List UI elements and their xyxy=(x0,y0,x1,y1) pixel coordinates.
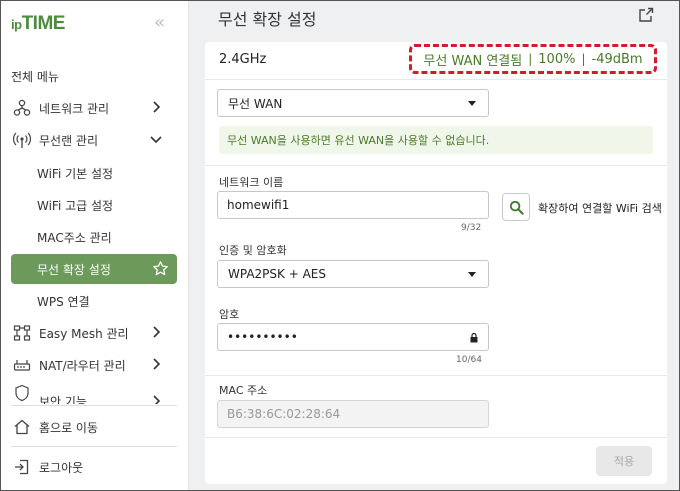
mesh-icon xyxy=(11,322,33,344)
apply-button[interactable]: 적용 xyxy=(596,446,652,476)
password-label: 암호 xyxy=(219,308,240,321)
home-link[interactable]: 홈으로 이동 xyxy=(11,412,177,442)
sidebar-subitem-mac[interactable]: MAC주소 관리 xyxy=(11,222,177,252)
sidebar-item-easymesh[interactable]: Easy Mesh 관리 xyxy=(11,318,177,348)
password-input[interactable]: •••••••••• xyxy=(217,323,489,351)
password-counter: 10/64 xyxy=(456,355,482,365)
status-separator: | xyxy=(581,52,586,66)
divider xyxy=(205,437,667,438)
sidebar-divider xyxy=(11,405,177,406)
dropdown-caret-icon xyxy=(468,272,476,277)
auth-label: 인증 및 암호화 xyxy=(219,244,287,257)
divider xyxy=(205,165,667,166)
network-name-label: 네트워크 이름 xyxy=(219,176,284,189)
logout-icon xyxy=(11,456,33,478)
collapse-sidebar-icon[interactable]: « xyxy=(154,12,165,33)
dropdown-caret-icon xyxy=(468,101,476,106)
security-icon xyxy=(11,382,33,404)
sidebar-item-security[interactable]: 보안 기능 xyxy=(11,380,177,404)
chevron-right-icon xyxy=(149,325,163,339)
sidebar-divider xyxy=(11,446,177,447)
section-title: 전체 메뉴 xyxy=(11,70,59,84)
search-icon xyxy=(509,200,524,215)
home-icon xyxy=(11,416,33,438)
info-message: 무선 WAN을 사용하면 유선 WAN을 사용할 수 없습니다. xyxy=(219,126,653,154)
network-name-counter: 9/32 xyxy=(461,223,482,233)
router-icon xyxy=(11,354,33,376)
wireless-icon xyxy=(11,129,33,151)
chevron-right-icon xyxy=(149,357,163,371)
mac-address-input: B6:38:6C:02:28:64 xyxy=(217,400,489,428)
sidebar-item-label: 무선랜 관리 xyxy=(39,133,99,148)
sidebar-item-label: 네트워크 관리 xyxy=(39,101,110,116)
chevron-right-icon xyxy=(149,394,163,404)
mac-label: MAC 주소 xyxy=(219,384,268,397)
settings-card: 2.4GHz 무선 WAN 연결됨 | 100% | -49dBm 무선 WAN… xyxy=(205,42,667,484)
export-icon[interactable] xyxy=(637,6,655,24)
sidebar-item-wireless[interactable]: 무선랜 관리 xyxy=(11,125,177,155)
status-state: 무선 WAN 연결됨 xyxy=(423,53,523,69)
app-window: ipTIME « 전체 메뉴 네트워크 관리 무선랜 관리 WiFi 기본 설정… xyxy=(0,0,680,491)
wifi-search-label: 확장하여 연결할 WiFi 검색 xyxy=(538,202,662,215)
sidebar-subitem-wifi-basic[interactable]: WiFi 기본 설정 xyxy=(11,158,177,188)
logo: ipTIME xyxy=(11,13,65,34)
page-title: 무선 확장 설정 xyxy=(218,10,317,29)
network-name-input[interactable]: homewifi1 xyxy=(217,191,489,219)
chevron-right-icon xyxy=(149,100,163,114)
divider xyxy=(205,79,667,80)
status-signal: -49dBm xyxy=(591,51,643,67)
sidebar-subitem-wireless-extend[interactable]: 무선 확장 설정 xyxy=(11,254,177,284)
connection-status: 무선 WAN 연결됨 | 100% | -49dBm xyxy=(409,44,657,74)
sidebar-subitem-wifi-advanced[interactable]: WiFi 고급 설정 xyxy=(11,190,177,220)
star-icon[interactable] xyxy=(152,260,169,280)
sidebar-item-label: NAT/라우터 관리 xyxy=(39,358,126,373)
divider xyxy=(205,375,667,376)
status-quality: 100% xyxy=(538,51,576,67)
sidebar-item-label: Easy Mesh 관리 xyxy=(39,326,129,341)
logout-link[interactable]: 로그아웃 xyxy=(11,452,177,482)
wan-mode-select[interactable]: 무선 WAN xyxy=(217,89,489,117)
sidebar: ipTIME « 전체 메뉴 네트워크 관리 무선랜 관리 WiFi 기본 설정… xyxy=(1,1,189,490)
sidebar-subitem-wps[interactable]: WPS 연결 xyxy=(11,286,177,316)
network-icon xyxy=(11,97,33,119)
band-label: 2.4GHz xyxy=(219,52,267,67)
chevron-down-icon xyxy=(149,132,163,146)
sidebar-item-network[interactable]: 네트워크 관리 xyxy=(11,93,177,123)
lock-icon xyxy=(470,332,478,346)
auth-select[interactable]: WPA2PSK + AES xyxy=(217,260,489,288)
wifi-search-button[interactable] xyxy=(502,193,530,221)
sidebar-item-label: 보안 기능 xyxy=(39,395,87,404)
sidebar-item-nat-router[interactable]: NAT/라우터 관리 xyxy=(11,350,177,380)
status-separator: | xyxy=(528,52,533,66)
